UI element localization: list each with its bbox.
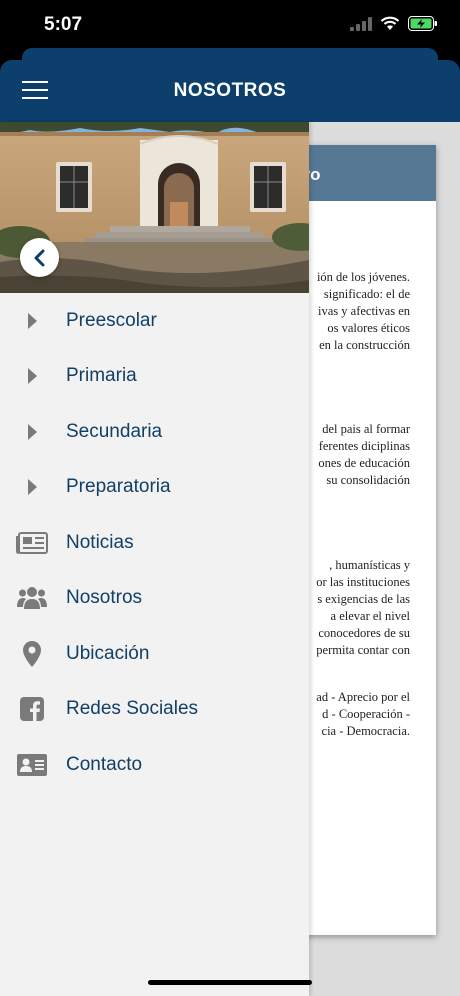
navigation-drawer: Preescolar Primaria Secundaria Preparatoria… (0, 122, 309, 996)
map-pin-icon (16, 640, 48, 668)
about-card-text-line: s exigencias de las (317, 592, 410, 606)
menu-item-label: Noticias (66, 531, 134, 553)
home-indicator (148, 980, 312, 985)
about-card-text-line: permita contar con (316, 643, 410, 657)
about-card-text-line: ferentes diciplinas (318, 439, 410, 453)
menu-item-label: Ubicación (66, 642, 150, 664)
app-bar: NOSOTROS (0, 60, 460, 122)
chevron-left-icon (34, 249, 44, 266)
about-card-text-line: en la construcción (319, 338, 410, 352)
caret-right-icon (16, 307, 48, 335)
about-card-text-line: ión de los jóvenes. (316, 270, 410, 284)
about-card-text-line: su consolidación (326, 473, 410, 487)
menu-item-label: Nosotros (66, 587, 143, 609)
status-time: 5:07 (44, 14, 83, 35)
about-card-text-line: ones de educación (318, 456, 410, 470)
about-card-text-line: or las instituciones (316, 575, 410, 589)
menu-item-preparatoria[interactable]: Preparatoria (0, 460, 309, 516)
signal-icon (350, 16, 372, 31)
school-building-photo (0, 122, 309, 293)
about-card-text-line: ivas y afectivas en (318, 304, 410, 318)
about-card-text-line: cia - Democracia. (321, 724, 410, 738)
about-card-text-line: del pais al formar (322, 422, 410, 436)
menu-item-secundaria[interactable]: Secundaria (0, 404, 309, 460)
wifi-icon (380, 16, 400, 30)
about-card-text-line: conocedores de su (318, 626, 410, 640)
drawer-menu: Preescolar Primaria Secundaria Preparatoria… (0, 293, 309, 793)
status-icons (350, 16, 438, 31)
menu-item-nosotros[interactable]: Nosotros (0, 571, 309, 627)
users-icon (16, 584, 48, 612)
status-bar: 5:07 (0, 0, 460, 54)
about-card-text-line: ad - Aprecio por el (316, 690, 410, 704)
menu-item-contacto[interactable]: Contacto (0, 737, 309, 793)
menu-item-label: Redes Sociales (66, 698, 199, 720)
about-card-text-line: a elevar el nivel (330, 609, 410, 623)
menu-item-noticias[interactable]: Noticias (0, 515, 309, 571)
about-card-text-line: , humanísticas y (329, 558, 410, 572)
newspaper-icon (16, 529, 48, 557)
caret-right-icon (16, 362, 48, 390)
back-button[interactable] (20, 238, 59, 277)
menu-item-redes-sociales[interactable]: Redes Sociales (0, 682, 309, 738)
about-card-text-line: significado: el de (323, 287, 410, 301)
caret-right-icon (16, 418, 48, 446)
menu-item-ubicacion[interactable]: Ubicación (0, 626, 309, 682)
menu-item-label: Primaria (66, 365, 137, 387)
facebook-icon (16, 695, 48, 723)
menu-item-primaria[interactable]: Primaria (0, 349, 309, 405)
battery-charging-icon (408, 16, 437, 31)
about-card-text-line: d - Cooperación - (322, 707, 410, 721)
menu-item-preescolar[interactable]: Preescolar (0, 293, 309, 349)
contact-card-icon (16, 751, 48, 779)
page-title: NOSOTROS (173, 80, 287, 101)
menu-item-label: Preparatoria (66, 476, 171, 498)
menu-item-label: Contacto (66, 753, 143, 775)
menu-item-label: Preescolar (66, 309, 157, 331)
caret-right-icon (16, 473, 48, 501)
menu-item-label: Secundaria (66, 420, 163, 442)
about-card-text-line: os valores éticos (327, 321, 410, 335)
